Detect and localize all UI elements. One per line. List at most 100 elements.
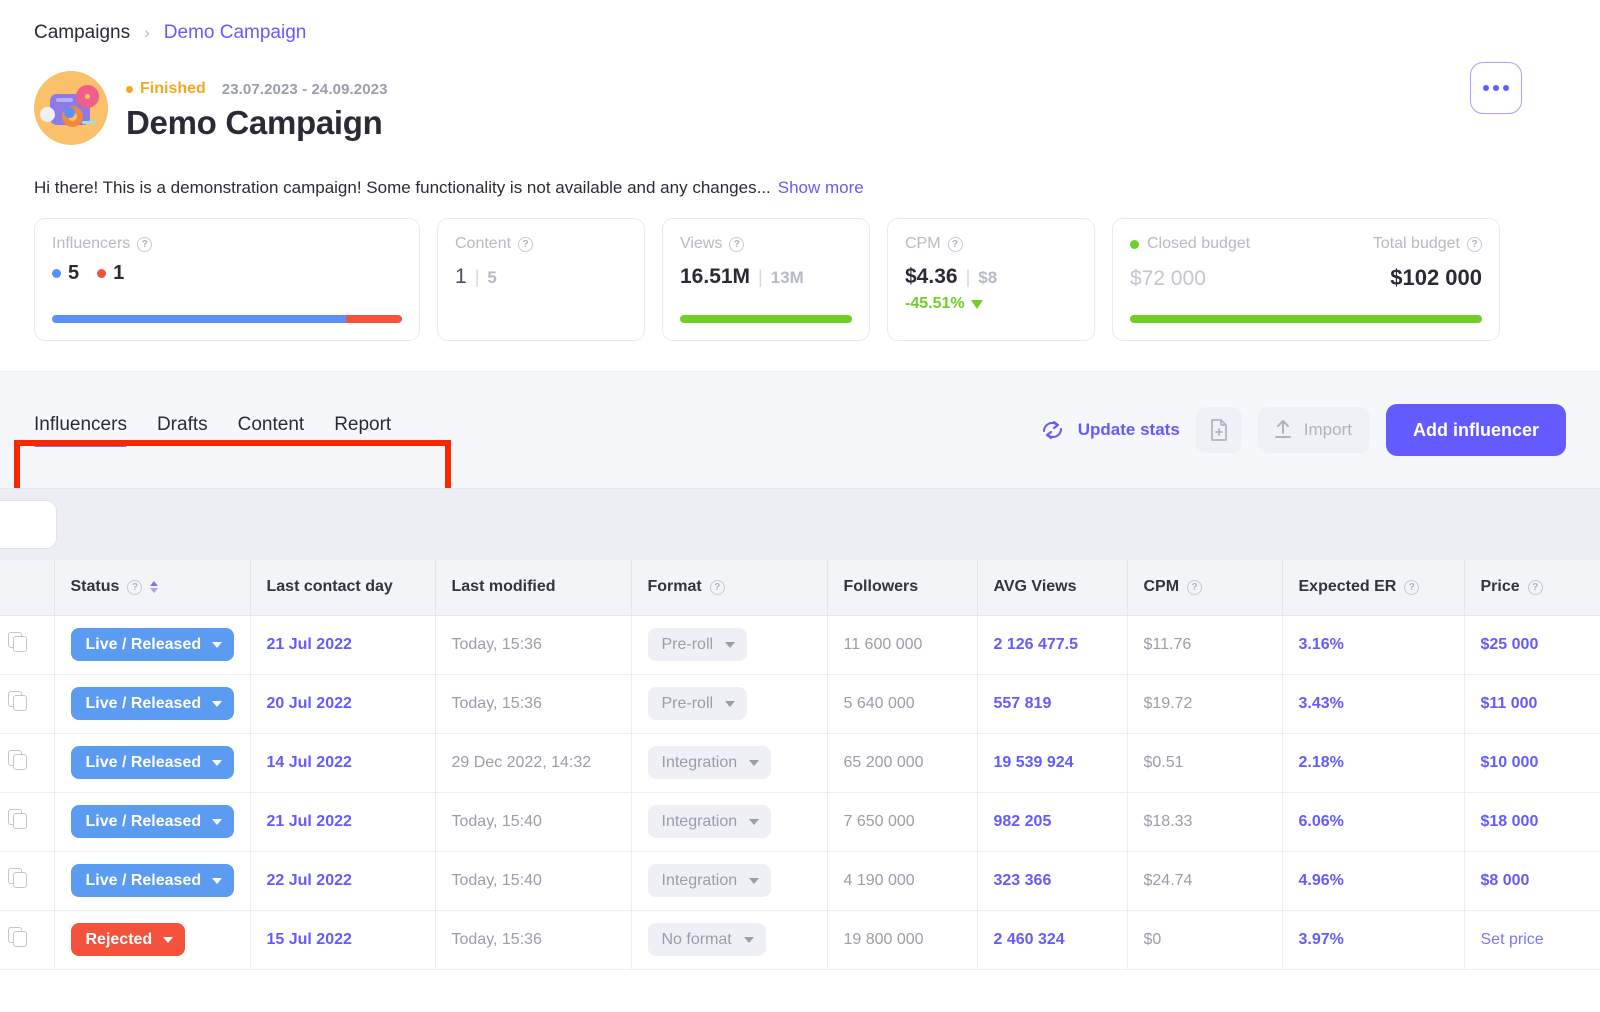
status-dropdown[interactable]: Live / Released xyxy=(71,628,235,661)
avg-views-value[interactable]: 982 205 xyxy=(994,813,1052,830)
tab-content[interactable]: Content xyxy=(238,414,305,447)
stat-card-content: Content ? 1 | 5 xyxy=(437,218,645,341)
tabs-toolbar-section: Influencers Drafts Content Report Update… xyxy=(0,371,1600,488)
row-copy-cell xyxy=(0,792,54,851)
status-dropdown[interactable]: Live / Released xyxy=(71,746,235,779)
update-stats-button[interactable]: Update stats xyxy=(1040,419,1180,441)
format-dropdown[interactable]: Pre-roll xyxy=(648,687,748,720)
column-header-status[interactable]: Status ? xyxy=(54,560,250,615)
column-header-followers[interactable]: Followers xyxy=(827,560,977,615)
last-contact-link[interactable]: 15 Jul 2022 xyxy=(267,931,352,948)
copy-icon[interactable] xyxy=(8,809,28,829)
price-value[interactable]: $25 000 xyxy=(1481,636,1539,653)
help-icon[interactable]: ? xyxy=(518,237,533,252)
column-header-last-contact-day[interactable]: Last contact day xyxy=(250,560,435,615)
cell-last-modified: Today, 15:36 xyxy=(435,910,631,969)
cell-avg-views: 323 366 xyxy=(977,851,1127,910)
format-dropdown[interactable]: Integration xyxy=(648,746,772,779)
ellipsis-icon[interactable] xyxy=(1470,62,1522,114)
import-button[interactable]: Import xyxy=(1258,407,1370,453)
copy-icon[interactable] xyxy=(8,691,28,711)
table-row[interactable]: Live / Released21 Jul 2022Today, 15:36Pr… xyxy=(0,615,1600,674)
expected-er-value[interactable]: 3.97% xyxy=(1299,931,1344,948)
help-icon[interactable]: ? xyxy=(127,580,142,595)
table-toolbar: Update stats Import Add influencer xyxy=(1040,404,1566,456)
page-title: Demo Campaign xyxy=(126,104,388,142)
search-input[interactable] xyxy=(0,500,57,549)
expected-er-value[interactable]: 2.18% xyxy=(1299,754,1344,771)
last-contact-link[interactable]: 14 Jul 2022 xyxy=(267,754,352,771)
tab-drafts[interactable]: Drafts xyxy=(157,414,208,447)
copy-icon[interactable] xyxy=(8,927,28,947)
export-file-button[interactable] xyxy=(1196,407,1242,453)
help-icon[interactable]: ? xyxy=(137,237,152,252)
last-contact-link[interactable]: 21 Jul 2022 xyxy=(267,636,352,653)
last-contact-link[interactable]: 20 Jul 2022 xyxy=(267,695,352,712)
help-icon[interactable]: ? xyxy=(729,237,744,252)
copy-icon[interactable] xyxy=(8,632,28,652)
views-target: 13M xyxy=(771,268,804,288)
column-header-expected-er[interactable]: Expected ER? xyxy=(1282,560,1464,615)
expected-er-value[interactable]: 3.43% xyxy=(1299,695,1344,712)
copy-icon[interactable] xyxy=(8,868,28,888)
cell-followers: 19 800 000 xyxy=(827,910,977,969)
help-icon[interactable]: ? xyxy=(1467,237,1482,252)
table-row[interactable]: Live / Released20 Jul 2022Today, 15:36Pr… xyxy=(0,674,1600,733)
help-icon[interactable]: ? xyxy=(1528,580,1543,595)
status-dropdown[interactable]: Live / Released xyxy=(71,805,235,838)
cell-last-modified: 29 Dec 2022, 14:32 xyxy=(435,733,631,792)
column-header-price[interactable]: Price? xyxy=(1464,560,1600,615)
rejected-dot-icon xyxy=(97,269,106,278)
help-icon[interactable]: ? xyxy=(710,580,725,595)
format-dropdown[interactable]: No format xyxy=(648,923,766,956)
help-icon[interactable]: ? xyxy=(948,237,963,252)
avg-views-value[interactable]: 19 539 924 xyxy=(994,754,1074,771)
avg-views-value[interactable]: 323 366 xyxy=(994,872,1052,889)
avg-views-value[interactable]: 2 460 324 xyxy=(994,931,1065,948)
table-row[interactable]: Live / Released22 Jul 2022Today, 15:40In… xyxy=(0,851,1600,910)
column-header-format[interactable]: Format? xyxy=(631,560,827,615)
copy-icon[interactable] xyxy=(8,750,28,770)
table-row[interactable]: Rejected 15 Jul 2022 Today, 15:36 No format… xyxy=(0,910,1600,969)
add-influencer-button[interactable]: Add influencer xyxy=(1386,404,1566,456)
expected-er-value[interactable]: 3.16% xyxy=(1299,636,1344,653)
column-header-cpm[interactable]: CPM? xyxy=(1127,560,1282,615)
tab-influencers[interactable]: Influencers xyxy=(34,414,127,447)
status-dropdown[interactable]: Live / Released xyxy=(71,687,235,720)
price-value[interactable]: $10 000 xyxy=(1481,754,1539,771)
last-contact-link[interactable]: 21 Jul 2022 xyxy=(267,813,352,830)
stat-label-cpm: CPM ? xyxy=(905,235,1077,253)
expected-er-value[interactable]: 6.06% xyxy=(1299,813,1344,830)
influencers-table: Status ? Last contact day Last modified … xyxy=(0,560,1600,970)
column-header-avg-views[interactable]: AVG Views xyxy=(977,560,1127,615)
table-row[interactable]: Live / Released 21 Jul 2022 Today, 15:40 In… xyxy=(0,792,1600,851)
avg-views-value[interactable]: 557 819 xyxy=(994,695,1052,712)
price-value[interactable]: $18 000 xyxy=(1481,813,1539,830)
cell-avg-views: 982 205 xyxy=(977,792,1127,851)
avg-views-value[interactable]: 2 126 477.5 xyxy=(994,636,1079,653)
cell-followers: 65 200 000 xyxy=(827,733,977,792)
status-dropdown[interactable]: Live / Released xyxy=(71,864,235,897)
format-dropdown[interactable]: Integration xyxy=(648,805,772,838)
column-header-last-modified[interactable]: Last modified xyxy=(435,560,631,615)
format-dropdown[interactable]: Integration xyxy=(648,864,772,897)
format-dropdown[interactable]: Pre-roll xyxy=(648,628,748,661)
table-row[interactable]: Live / Released 14 Jul 2022 29 Dec 2022, 1… xyxy=(0,733,1600,792)
help-icon[interactable]: ? xyxy=(1187,580,1202,595)
show-more-link[interactable]: Show more xyxy=(778,178,864,197)
last-contact-link[interactable]: 22 Jul 2022 xyxy=(267,872,352,889)
price-value[interactable]: $8 000 xyxy=(1481,872,1530,889)
cpm-delta: -45.51% xyxy=(905,295,1077,313)
cell-status: Live / Released xyxy=(54,851,250,910)
help-icon[interactable]: ? xyxy=(1404,580,1419,595)
breadcrumb-campaigns[interactable]: Campaigns xyxy=(34,22,130,44)
expected-er-value[interactable]: 4.96% xyxy=(1299,872,1344,889)
price-value[interactable]: $11 000 xyxy=(1481,695,1538,712)
price-value[interactable]: Set price xyxy=(1481,931,1544,948)
breadcrumb-demo-campaign[interactable]: Demo Campaign xyxy=(164,22,307,44)
cell-status: Live / Released xyxy=(54,792,250,851)
last-modified-text: Today, 15:40 xyxy=(452,813,542,830)
tab-report[interactable]: Report xyxy=(334,414,391,447)
status-dropdown[interactable]: Rejected xyxy=(71,923,186,956)
sort-icon[interactable] xyxy=(150,581,158,593)
